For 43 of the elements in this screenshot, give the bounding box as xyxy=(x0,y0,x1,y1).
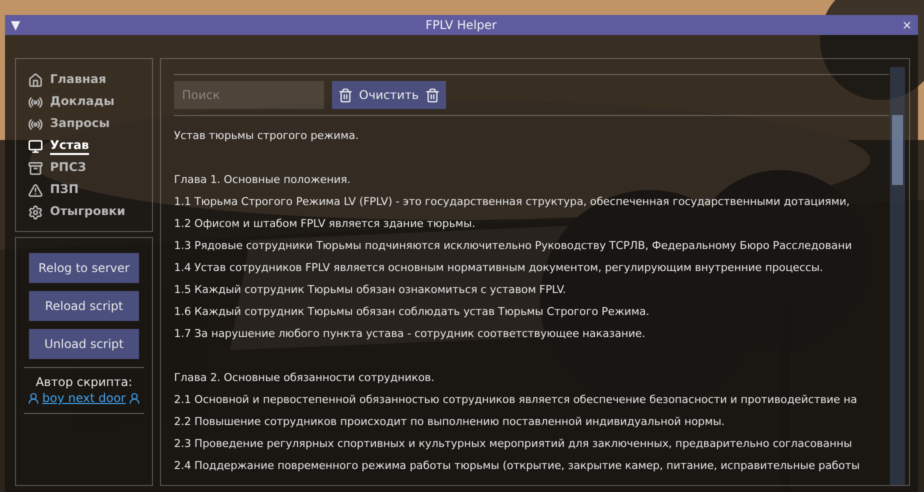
nav-item[interactable]: Отыгровки xyxy=(28,203,152,221)
rule-text: 2.2 Повышение сотрудников происходит по выполнению поставленной индивидуальной нормы. xyxy=(174,414,726,430)
nav-item[interactable]: Запросы xyxy=(28,115,152,133)
rule-text: 1.4 Устав сотрудников FPLV является основным нормативным документом, регулирующим внутренние процессы. xyxy=(174,260,824,276)
action-button[interactable]: Reload script xyxy=(29,291,139,321)
warning-icon xyxy=(28,182,43,198)
rule-text: 2.1 Основной и первостепенной обязанностью сотрудников является обеспечение безопасности и противодействие на xyxy=(174,392,858,408)
nav-item[interactable]: ПЗП xyxy=(28,181,152,199)
trash-icon xyxy=(424,88,440,102)
menu-glyph[interactable]: ▼ xyxy=(11,19,20,31)
rule-text: 1.3 Рядовые сотрудники Тюрьмы подчиняются исключительно Руководству ТСРЛВ, Федеральному Бюро Расследовани xyxy=(174,238,853,254)
document-title: Устав тюрьмы строгого режима. xyxy=(174,128,360,144)
nav-item[interactable]: РПСЗ xyxy=(28,159,152,177)
rule-text: 1.6 Каждый сотрудник Тюрьмы обязан соблюдать устав Тюрьмы Строгого Режима. xyxy=(174,304,650,320)
monitor-icon xyxy=(28,138,43,154)
chapter-heading: Глава 1. Основные положения. xyxy=(174,172,352,188)
clear-button[interactable]: Очистить xyxy=(332,81,446,109)
nav-item[interactable]: Устав xyxy=(28,137,152,155)
nav-item[interactable]: Доклады xyxy=(28,93,152,111)
rule-text: 1.5 Каждый сотрудник Тюрьмы обязан ознакомиться с уставом FPLV. xyxy=(174,282,568,298)
author-label: Автор скрипта: xyxy=(36,375,132,389)
archive-icon xyxy=(28,160,43,176)
rule-text: 1.7 За нарушение любого пункта устава - сотрудник соответствующее наказание. xyxy=(174,326,646,342)
radio-icon xyxy=(28,94,43,110)
settings-icon xyxy=(28,204,43,220)
window-title: FPLV Helper xyxy=(425,18,497,32)
close-button[interactable]: × xyxy=(902,19,912,31)
rule-text: 1.1 Тюрьма Строгого Режима LV (FPLV) - это государственная структура, обеспеченная государственными дотациями, xyxy=(174,194,851,210)
user-icon xyxy=(128,392,141,404)
house-icon xyxy=(28,72,43,88)
user-icon xyxy=(27,392,40,404)
radio-icon xyxy=(28,116,43,132)
nav-item[interactable]: Главная xyxy=(28,71,152,89)
action-button[interactable]: Unload script xyxy=(29,329,139,359)
rule-text: 2.3 Проведение регулярных спортивных и культурных мероприятий для заключенных, предварительно согласованны xyxy=(174,436,854,452)
scrollbar-track[interactable] xyxy=(890,67,905,485)
rule-text: 2.4 Поддержание повременного режима работы тюрьмы (открытие, закрытие камер, питание, исправительные работы xyxy=(174,458,861,474)
scrollbar-thumb[interactable] xyxy=(892,115,903,185)
chapter-heading: Глава 2. Основные обязанности сотрудников. xyxy=(174,370,436,386)
trash-icon xyxy=(338,88,353,102)
action-button[interactable]: Relog to server xyxy=(29,253,139,283)
author-link[interactable]: boy next door xyxy=(27,391,141,405)
rule-text: 1.2 Офисом и штабом FPLV является здание тюрьмы. xyxy=(174,216,476,232)
